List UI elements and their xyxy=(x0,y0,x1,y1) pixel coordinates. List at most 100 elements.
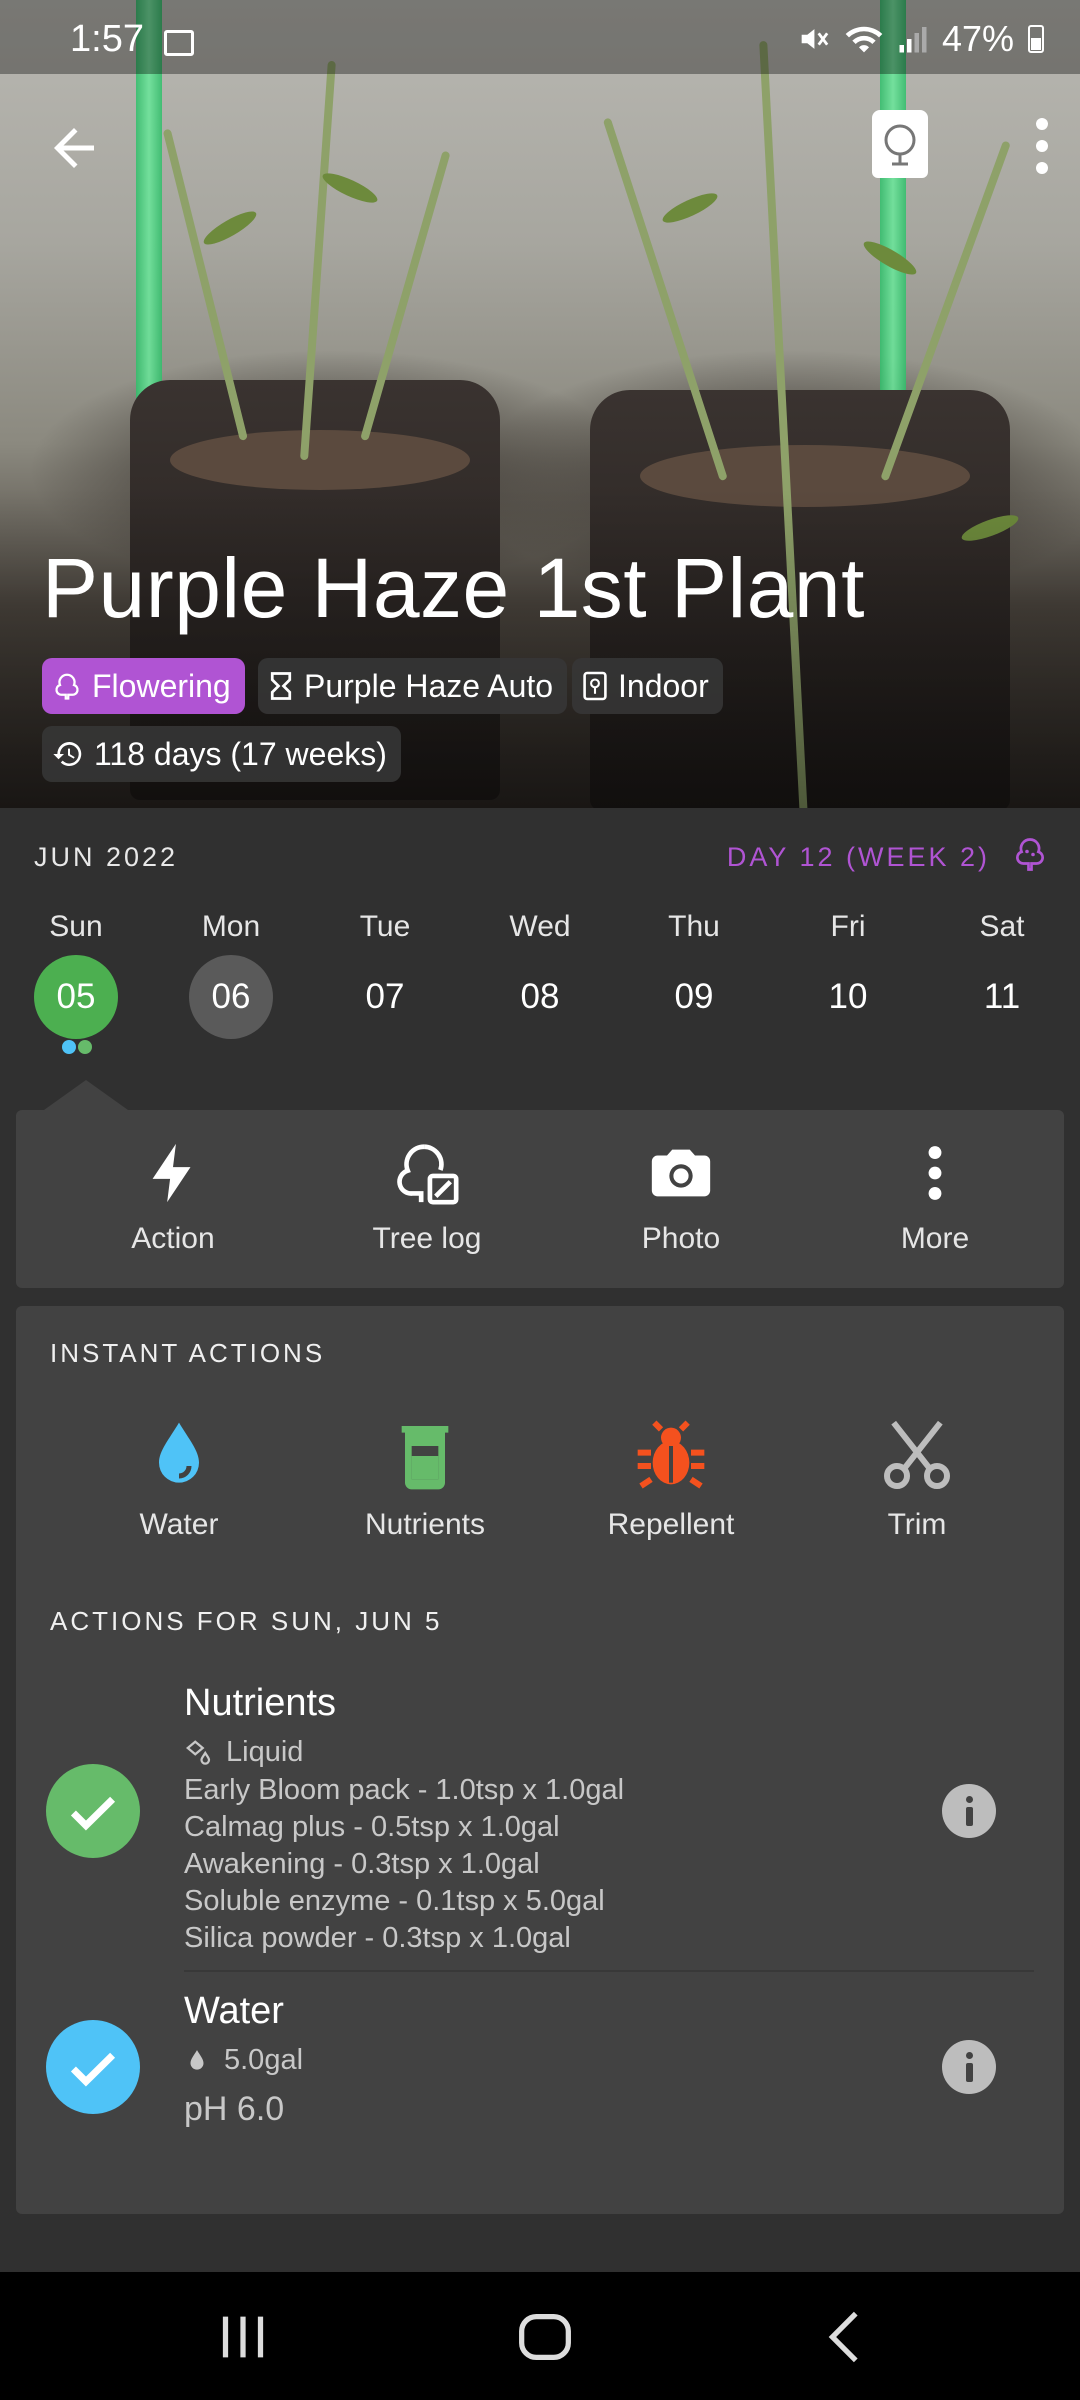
calendar-month[interactable]: JUN 2022 xyxy=(34,842,178,873)
environment-label: Indoor xyxy=(618,667,709,704)
action-button[interactable]: Action xyxy=(42,1110,304,1288)
action-label: Action xyxy=(131,1222,215,1255)
nutrient-event-dot xyxy=(78,1040,92,1054)
weekday-label: Mon xyxy=(201,910,261,943)
photo-label: Photo xyxy=(641,1222,721,1255)
nav-back-icon[interactable] xyxy=(812,2302,882,2372)
log-item-water[interactable]: Water 5.0gal pH 6.0 xyxy=(16,1986,1064,2146)
battery-icon xyxy=(1028,25,1044,53)
soil xyxy=(170,430,470,490)
nutrient-line: Awakening - 0.3tsp x 1.0gal xyxy=(184,1848,540,1880)
grow-day-label: DAY 12 (WEEK 2) xyxy=(726,842,990,872)
calendar-day-selected[interactable]: 05 xyxy=(34,955,118,1039)
water-drop-small-icon xyxy=(190,2049,204,2070)
instant-actions-title: INSTANT ACTIONS xyxy=(50,1338,326,1368)
system-nav-bar xyxy=(0,2272,1080,2400)
water-event-dot xyxy=(62,1040,76,1054)
strain-chip[interactable]: Purple Haze Auto xyxy=(258,658,568,714)
tree-icon xyxy=(884,124,916,166)
water-ph: pH 6.0 xyxy=(184,2090,285,2128)
age-chip: 118 days (17 weeks) xyxy=(42,726,401,782)
instant-repellent-button[interactable]: Repellent xyxy=(548,1416,794,1542)
tree-log-button[interactable]: Tree log xyxy=(296,1110,558,1288)
water-label: Water xyxy=(139,1508,219,1541)
hourglass-icon xyxy=(270,672,292,700)
weekday-label: Fri xyxy=(830,910,866,943)
leaf xyxy=(319,168,381,208)
weekday-label: Wed xyxy=(509,910,571,943)
instant-nutrients-button[interactable]: Nutrients xyxy=(302,1416,548,1542)
tent-icon xyxy=(583,671,607,701)
beaker-icon xyxy=(401,1426,449,1490)
more-label: More xyxy=(900,1222,970,1255)
status-right: 47% xyxy=(796,18,1044,60)
scissors-icon xyxy=(884,1420,950,1489)
log-item-nutrients[interactable]: Nutrients Liquid Early Bloom pack - 1.0t… xyxy=(16,1676,1064,1954)
weekday-label: Tue xyxy=(359,910,411,943)
water-amount: 5.0gal xyxy=(184,2044,303,2077)
actions-for-day-title: ACTIONS FOR SUN, JUN 5 xyxy=(50,1606,443,1636)
nutrients-label: Nutrients xyxy=(364,1508,486,1541)
divider xyxy=(184,1970,1034,1972)
leaf xyxy=(659,188,721,228)
nutrient-type: Liquid xyxy=(184,1736,303,1769)
tree-outline-icon xyxy=(55,673,79,700)
log-title: Nutrients xyxy=(184,1682,337,1724)
repellent-label: Repellent xyxy=(607,1508,735,1541)
nutrient-line: Soluble enzyme - 0.1tsp x 5.0gal xyxy=(184,1885,605,1917)
stage-chip[interactable]: Flowering xyxy=(42,658,245,714)
more-vert-icon xyxy=(928,1146,942,1200)
plant-journal-button[interactable] xyxy=(872,110,928,178)
nutrient-line: Early Bloom pack - 1.0tsp x 1.0gal xyxy=(184,1774,625,1806)
photo-button[interactable]: Photo xyxy=(550,1110,812,1288)
water-drop-icon xyxy=(159,1422,199,1483)
history-icon xyxy=(53,742,82,766)
back-arrow-icon[interactable] xyxy=(44,118,104,178)
lightning-icon xyxy=(152,1143,191,1203)
completed-check-icon[interactable] xyxy=(46,1764,140,1858)
battery-percent: 47% xyxy=(941,18,1014,59)
calendar-day[interactable]: 09 xyxy=(652,955,736,1039)
recent-apps-icon[interactable] xyxy=(208,2302,278,2372)
instant-trim-button[interactable]: Trim xyxy=(794,1416,1040,1542)
info-icon[interactable] xyxy=(942,2040,996,2094)
bug-icon xyxy=(637,1420,705,1489)
tree-edit-icon xyxy=(397,1144,459,1205)
instant-water-button[interactable]: Water xyxy=(56,1416,302,1542)
leaf xyxy=(200,206,260,250)
wifi-icon xyxy=(845,26,883,53)
nutrient-line: Silica powder - 0.3tsp x 1.0gal xyxy=(184,1922,571,1954)
overflow-menu-button[interactable] xyxy=(1030,118,1054,178)
tree-log-label: Tree log xyxy=(372,1222,482,1255)
action-bar: Action Tree log Photo More xyxy=(16,1110,1064,1288)
more-button[interactable]: More xyxy=(804,1110,1066,1288)
completed-check-icon[interactable] xyxy=(46,2020,140,2114)
status-time: 1:57 xyxy=(70,18,144,60)
environment-chip[interactable]: Indoor xyxy=(572,658,723,714)
info-icon[interactable] xyxy=(942,1784,996,1838)
trim-label: Trim xyxy=(887,1508,947,1541)
camera-icon xyxy=(651,1149,711,1197)
signal-icon xyxy=(899,27,927,53)
home-icon[interactable] xyxy=(510,2302,580,2372)
flowering-tree-icon xyxy=(1016,838,1044,871)
weekday-label: Thu xyxy=(668,910,720,943)
calendar-day[interactable]: 08 xyxy=(498,955,582,1039)
stage-label: Flowering xyxy=(92,667,231,704)
nutrient-line: Calmag plus - 0.5tsp x 1.0gal xyxy=(184,1811,560,1843)
liquid-pour-icon xyxy=(185,1739,211,1765)
strain-label: Purple Haze Auto xyxy=(304,667,554,704)
status-bar: 1:57 47% xyxy=(0,0,1080,74)
log-title: Water xyxy=(184,1990,284,2032)
age-label: 118 days (17 weeks) xyxy=(94,735,387,772)
plant-title: Purple Haze 1st Plant xyxy=(42,541,865,635)
gallery-notification-icon xyxy=(164,30,194,56)
calendar-day[interactable]: 11 xyxy=(960,955,1044,1039)
selected-day-caret xyxy=(44,1080,128,1110)
actions-card: INSTANT ACTIONS Water Nutrients Repellen… xyxy=(16,1306,1064,2214)
calendar-day-today[interactable]: 06 xyxy=(189,955,273,1039)
weekday-label: Sat xyxy=(979,910,1025,943)
calendar-day[interactable]: 10 xyxy=(806,955,890,1039)
mute-icon xyxy=(801,29,829,49)
calendar-day[interactable]: 07 xyxy=(343,955,427,1039)
